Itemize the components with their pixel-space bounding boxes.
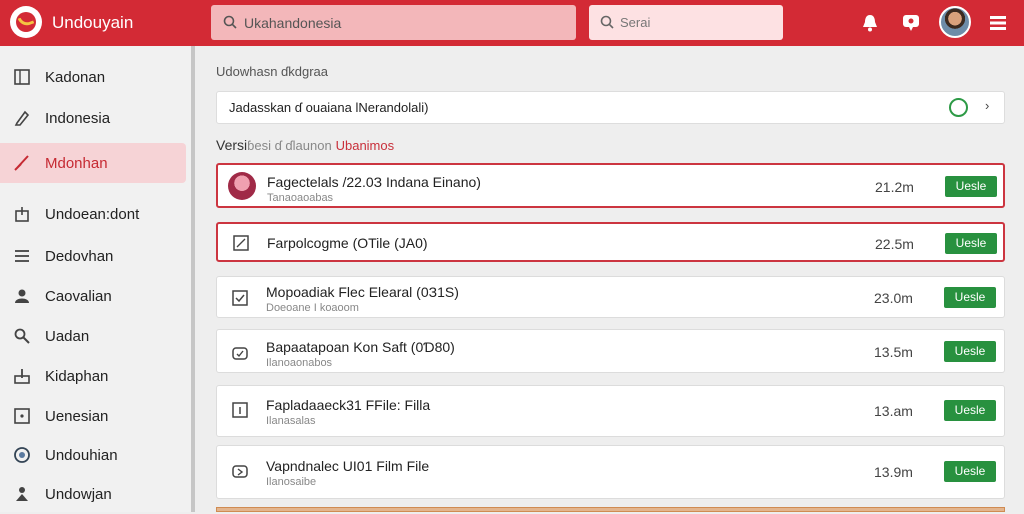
file-subtitle: Tanaoaoabas (267, 192, 334, 204)
sidebar-item-label: Undouhian (45, 447, 118, 464)
globe-icon (14, 447, 30, 463)
square-dot-icon (14, 408, 30, 424)
sidebar-item-label: Undowjan (45, 486, 112, 503)
list-icon (15, 250, 29, 262)
status-ok-icon (949, 98, 968, 117)
use-button[interactable]: Uesle (945, 233, 997, 254)
sidebar-item-indonesia[interactable]: Indonesia (0, 98, 186, 138)
avatar[interactable] (939, 6, 971, 38)
upload-icon (14, 369, 30, 384)
file-size: 23.0m (874, 290, 913, 306)
sidebar-item-label: Kadonan (45, 69, 106, 86)
box-icon (15, 207, 29, 222)
sidebar-item-dedovhan[interactable]: Dedovhan (0, 236, 186, 276)
file-size: 13.9m (874, 464, 913, 480)
sidebar-item-label: Kidaphan (45, 368, 109, 385)
pen-icon (14, 110, 30, 126)
secondary-search-input[interactable]: Serai (589, 5, 783, 40)
square-icon (14, 69, 30, 85)
sidebar: Kadonan Indonesia Mdonhan Undoean:dont D… (0, 46, 195, 512)
bell-icon[interactable] (859, 12, 881, 34)
next-row-edge (216, 507, 1005, 512)
file-name: Farpolcogme (OTile (JA0) (267, 235, 428, 251)
chat-icon[interactable] (900, 12, 922, 34)
file-size: 22.5m (875, 236, 914, 252)
sidebar-item-mdonhan[interactable]: Mdonhan (0, 143, 186, 183)
sidebar-item-kidaphan[interactable]: Kidaphan (0, 356, 186, 396)
info-icon (232, 402, 248, 418)
search-input[interactable]: Ukahandonesia (211, 5, 576, 40)
file-subtitle: Ilanoaonabos (266, 357, 333, 369)
file-row[interactable]: Fagectelals /22.0З Indana Einano) Tanaoa… (216, 163, 1005, 208)
sidebar-item-uadan[interactable]: Uadan (0, 316, 186, 356)
file-row[interactable]: Bapaatapoan Kon Saft (0Ɗ80) Ilanoaonabos… (216, 329, 1005, 373)
chevron-right-icon[interactable]: › (985, 98, 989, 113)
sidebar-item-uenesian[interactable]: Uenesian (0, 396, 186, 436)
use-button[interactable]: Uesle (945, 176, 997, 197)
sidebar-item-label: Indonesia (45, 110, 111, 127)
use-button[interactable]: Uesle (944, 461, 996, 482)
sidebar-item-label: Undoean:dont (45, 206, 140, 223)
file-size: 13.am (874, 403, 913, 419)
sidebar-item-label: Dedovhan (45, 248, 114, 265)
checkbox-icon (232, 290, 248, 306)
file-subtitle: Ilanosaibe (266, 476, 317, 488)
path-field[interactable]: Jadasskan ɗ ouaiana lNerandolali) › (216, 91, 1005, 124)
file-name: Mopoadiak Flec Elearal (0З1S) (266, 284, 459, 300)
tray-icon (232, 465, 248, 478)
file-size: 21.2m (875, 179, 914, 195)
avatar-thumb (228, 172, 256, 200)
path-value: Jadasskan ɗ ouaiana lNerandolali) (229, 100, 429, 115)
file-row[interactable]: Vapndnalec UI01 Film File Ilanosaibe 13.… (216, 445, 1005, 499)
file-name: Fapladaaeck31 FFile: Filla (266, 397, 431, 413)
file-name: Fagectelals /22.0З Indana Einano) (267, 174, 481, 190)
sidebar-item-caovalian[interactable]: Caovalian (0, 276, 186, 316)
sidebar-item-label: Caovalian (45, 288, 112, 305)
top-bar: Undouyain Ukahandonesia Serai (0, 0, 1024, 46)
sidebar-item-label: Mdonhan (45, 155, 108, 172)
file-row[interactable]: Farpolcogme (OTile (JA0) 22.5m Uesle (216, 222, 1005, 262)
sidebar-item-undoeandont[interactable]: Undoean:dont (0, 194, 186, 234)
search-icon (14, 328, 30, 344)
section-link[interactable]: Ubanimos (336, 138, 395, 153)
section-title: Versiɓesi ɗ ɗlaunon Ubanimos (216, 137, 395, 153)
app-title: Undouyain (52, 13, 134, 32)
menu-icon[interactable] (987, 12, 1009, 34)
file-subtitle: Doeoane I koaoom (266, 302, 359, 314)
sidebar-item-kadonan[interactable]: Kadonan (0, 57, 186, 97)
person-icon (16, 487, 28, 501)
file-name: Bapaatapoan Kon Saft (0Ɗ80) (266, 339, 455, 355)
search-placeholder: Serai (620, 15, 651, 30)
tray-check-icon (232, 347, 248, 360)
use-button[interactable]: Uesle (944, 400, 996, 421)
sidebar-item-undowjan[interactable]: Undowjan (0, 474, 186, 514)
file-name: Vapndnalec UI01 Film File (266, 458, 430, 474)
use-button[interactable]: Uesle (944, 287, 996, 308)
square-icon (233, 235, 249, 251)
sidebar-item-undouhian[interactable]: Undouhian (0, 435, 186, 475)
search-value: Ukahandonesia (244, 15, 342, 31)
file-row[interactable]: Mopoadiak Flec Elearal (0З1S) Doeoane I … (216, 276, 1005, 318)
sidebar-item-label: Uenesian (45, 408, 109, 425)
user-icon (15, 289, 29, 303)
check-icon (14, 155, 29, 171)
use-button[interactable]: Uesle (944, 341, 996, 362)
file-size: 13.5m (874, 344, 913, 360)
file-row[interactable]: Fapladaaeck31 FFile: Filla Ilanasalas 13… (216, 385, 1005, 437)
page-title: Udowhasn ɗkdgraa (216, 64, 329, 79)
logo-icon[interactable] (10, 6, 42, 38)
file-subtitle: Ilanasalas (266, 415, 316, 427)
search-icon (600, 15, 614, 29)
search-icon (223, 15, 237, 29)
sidebar-item-label: Uadan (45, 328, 90, 345)
